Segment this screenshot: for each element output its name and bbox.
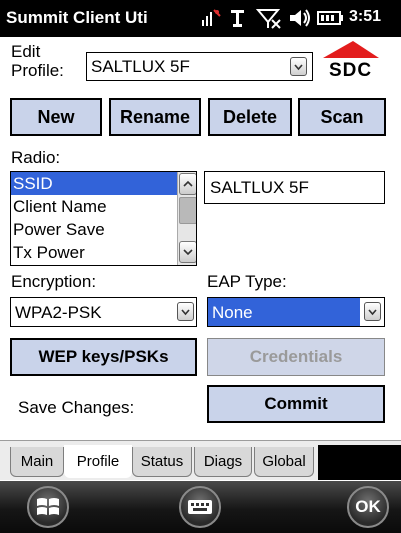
chevron-down-icon[interactable] <box>290 57 307 76</box>
chevron-down-icon <box>183 249 193 256</box>
tab-status[interactable]: Status <box>132 447 192 477</box>
sdc-logo-text: SDC <box>329 60 373 81</box>
ok-button[interactable]: OK <box>347 486 389 528</box>
scroll-thumb[interactable] <box>179 197 196 224</box>
tab-global[interactable]: Global <box>254 447 314 477</box>
list-item-tx-power[interactable]: Tx Power <box>11 241 177 264</box>
wep-keys-psks-button[interactable]: WEP keys/PSKs <box>10 338 197 376</box>
list-scrollbar[interactable] <box>177 172 196 265</box>
rename-button[interactable]: Rename <box>109 98 201 136</box>
new-button[interactable]: New <box>10 98 102 136</box>
list-item-power-save[interactable]: Power Save <box>11 218 177 241</box>
profile-dropdown[interactable]: SALTLUX 5F <box>86 52 313 81</box>
title-bar: Summit Client Uti 3:51 <box>0 0 401 37</box>
scroll-up-button[interactable] <box>179 173 196 195</box>
credentials-button[interactable]: Credentials <box>207 338 385 376</box>
tab-strip-end <box>318 445 401 480</box>
eap-type-label: EAP Type: <box>207 272 287 291</box>
encryption-label: Encryption: <box>11 272 97 291</box>
sdc-logo-mark <box>323 41 379 58</box>
tab-diags[interactable]: Diags <box>194 447 252 477</box>
scan-button[interactable]: Scan <box>298 98 386 136</box>
list-item-ssid[interactable]: SSID <box>11 172 177 195</box>
scroll-down-button[interactable] <box>179 241 196 263</box>
edit-profile-label-line1: Edit <box>11 42 41 61</box>
tab-profile[interactable]: Profile <box>64 445 132 478</box>
encryption-value: WPA2-PSK <box>15 303 102 322</box>
commit-button[interactable]: Commit <box>207 385 385 423</box>
chevron-up-icon <box>183 180 193 187</box>
chevron-down-icon[interactable] <box>177 302 194 321</box>
keyboard-icon[interactable] <box>179 486 221 528</box>
encryption-dropdown[interactable]: WPA2-PSK <box>10 297 197 327</box>
sdc-logo: SDC <box>321 40 381 84</box>
tab-main[interactable]: Main <box>10 447 64 477</box>
bottom-softkey-bar: OK <box>0 481 401 533</box>
radio-value-text: SALTLUX 5F <box>210 178 309 197</box>
radio-parameter-list[interactable]: SSID Client Name Power Save Tx Power <box>10 171 197 266</box>
list-item-client-name[interactable]: Client Name <box>11 195 177 218</box>
delete-button[interactable]: Delete <box>208 98 292 136</box>
signal-volume-icon[interactable] <box>200 6 222 30</box>
chevron-down-icon[interactable] <box>364 302 381 321</box>
app-title: Summit Client Uti <box>6 8 148 27</box>
signal-strength-icon[interactable] <box>229 6 247 30</box>
radio-value-input[interactable]: SALTLUX 5F <box>204 171 385 204</box>
save-changes-label: Save Changes: <box>18 398 135 417</box>
windows-start-icon[interactable] <box>27 486 69 528</box>
battery-icon[interactable] <box>317 6 345 30</box>
profile-dropdown-value: SALTLUX 5F <box>91 57 190 76</box>
eap-type-value: None <box>212 303 253 322</box>
clock[interactable]: 3:51 <box>349 8 381 26</box>
eap-type-dropdown[interactable]: None <box>207 297 385 327</box>
radio-label: Radio: <box>11 148 61 167</box>
edit-profile-label-line2: Profile: <box>11 61 64 80</box>
network-off-icon[interactable] <box>255 6 282 30</box>
speaker-icon[interactable] <box>288 6 312 30</box>
